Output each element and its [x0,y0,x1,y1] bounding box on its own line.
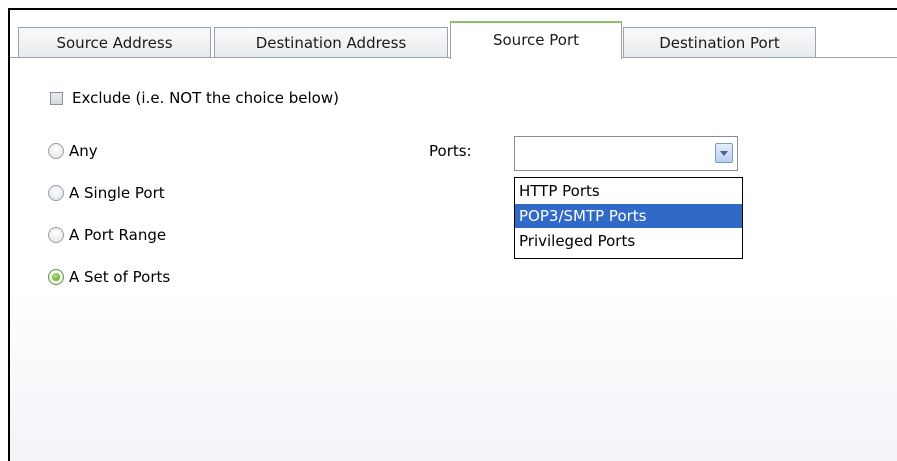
radio-option-single-port[interactable]: A Single Port [48,182,165,204]
radio-set-of-ports-label: A Set of Ports [69,268,171,286]
radio-any[interactable] [48,143,64,159]
tab-destination-address[interactable]: Destination Address [214,27,448,57]
tab-source-port[interactable]: Source Port [450,21,622,59]
radio-option-port-range[interactable]: A Port Range [48,224,166,246]
chevron-down-icon[interactable] [715,143,733,163]
ports-label: Ports: [429,142,472,160]
tab-source-address[interactable]: Source Address [18,27,211,57]
radio-single-port[interactable] [48,185,64,201]
dropdown-option-pop3-smtp-ports[interactable]: POP3/SMTP Ports [515,204,742,228]
radio-option-set-of-ports[interactable]: A Set of Ports [48,266,170,288]
radio-port-range[interactable] [48,227,64,243]
radio-single-port-label: A Single Port [69,184,165,202]
exclude-label: Exclude (i.e. NOT the choice below) [72,89,339,107]
dropdown-option-http-ports[interactable]: HTTP Ports [515,179,742,203]
radio-any-label: Any [69,142,98,160]
tab-destination-port[interactable]: Destination Port [623,27,816,57]
ports-combobox[interactable] [514,136,738,171]
exclude-option[interactable]: Exclude (i.e. NOT the choice below) [40,88,339,108]
ports-dropdown-list[interactable]: HTTP Ports POP3/SMTP Ports Privileged Po… [514,177,743,259]
radio-port-range-label: A Port Range [69,226,167,244]
dropdown-option-privileged-ports[interactable]: Privileged Ports [515,229,742,253]
radio-set-of-ports[interactable] [48,269,64,285]
tab-panel-source-port [10,58,897,461]
exclude-checkbox[interactable] [50,91,63,105]
radio-option-any[interactable]: Any [48,140,98,162]
